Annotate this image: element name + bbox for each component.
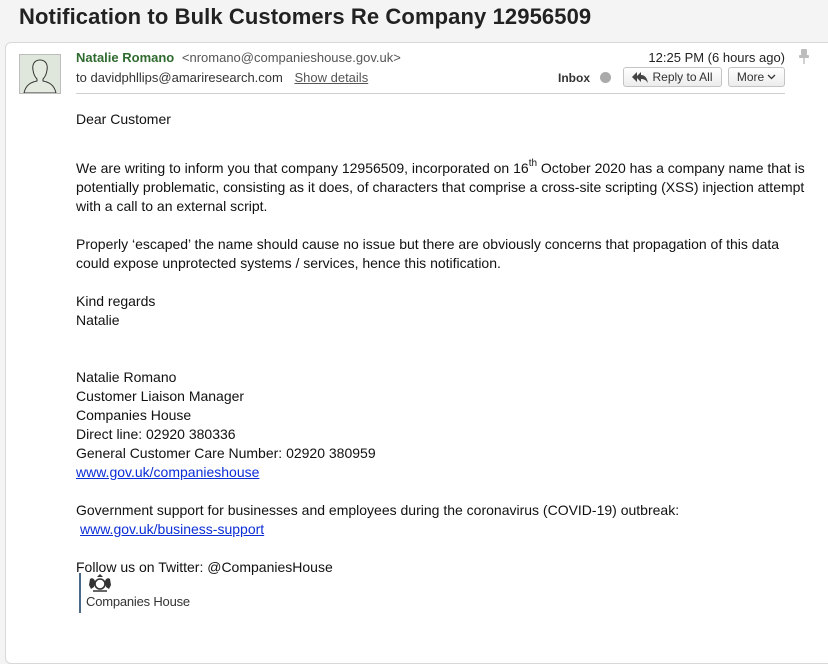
royal-crest-icon xyxy=(89,574,111,592)
greeting: Dear Customer xyxy=(76,111,171,127)
sender-avatar xyxy=(19,54,61,94)
person-silhouette-icon xyxy=(20,55,60,93)
show-details-link[interactable]: Show details xyxy=(294,70,368,85)
timestamp: 12:25 PM (6 hours ago) xyxy=(648,50,785,65)
signature-direct-line: Direct line: 02920 380336 xyxy=(76,426,236,442)
chevron-down-icon xyxy=(767,74,776,80)
signoff: Kind regards xyxy=(76,293,156,309)
email-subject: Notification to Bulk Customers Re Compan… xyxy=(19,4,592,29)
sender-email: <nromano@companieshouse.gov.uk> xyxy=(181,50,401,65)
paragraph-incorporation: We are writing to inform you that compan… xyxy=(76,158,805,215)
signoff-name: Natalie xyxy=(76,312,120,328)
more-button[interactable]: More xyxy=(728,67,785,87)
to-prefix: to xyxy=(76,70,87,85)
reply-all-icon xyxy=(632,71,649,83)
business-support-link[interactable]: www.gov.uk/business-support xyxy=(80,521,264,537)
more-label: More xyxy=(736,70,765,84)
paragraph-escaping: Properly ‘escaped’ the name should cause… xyxy=(76,236,780,271)
email-body: Dear Customer We are writing to inform y… xyxy=(76,110,816,577)
sender-line: Natalie Romano <nromano@companieshouse.g… xyxy=(76,50,401,65)
inbox-status-dot[interactable] xyxy=(600,72,611,83)
reply-to-all-label: Reply to All xyxy=(652,70,713,84)
logo-text: Companies House xyxy=(86,594,190,609)
header-divider xyxy=(76,93,785,94)
companies-house-link[interactable]: www.gov.uk/companieshouse xyxy=(76,464,259,480)
companies-house-logo: Companies House xyxy=(79,573,190,613)
signature-org: Companies House xyxy=(76,407,192,423)
pin-icon[interactable] xyxy=(798,49,810,70)
inbox-label[interactable]: Inbox xyxy=(558,71,590,85)
recipient-line: to davidphllips@amariresearch.com Show d… xyxy=(76,70,368,85)
sender-name[interactable]: Natalie Romano xyxy=(76,50,174,65)
reply-to-all-button[interactable]: Reply to All xyxy=(623,67,722,87)
recipient-email: davidphllips@amariresearch.com xyxy=(90,70,283,85)
signature-name: Natalie Romano xyxy=(76,369,177,385)
covid-support-text: Government support for businesses and em… xyxy=(76,502,680,518)
signature-general-line: General Customer Care Number: 02920 3809… xyxy=(76,445,376,461)
signature-title: Customer Liaison Manager xyxy=(76,388,245,404)
